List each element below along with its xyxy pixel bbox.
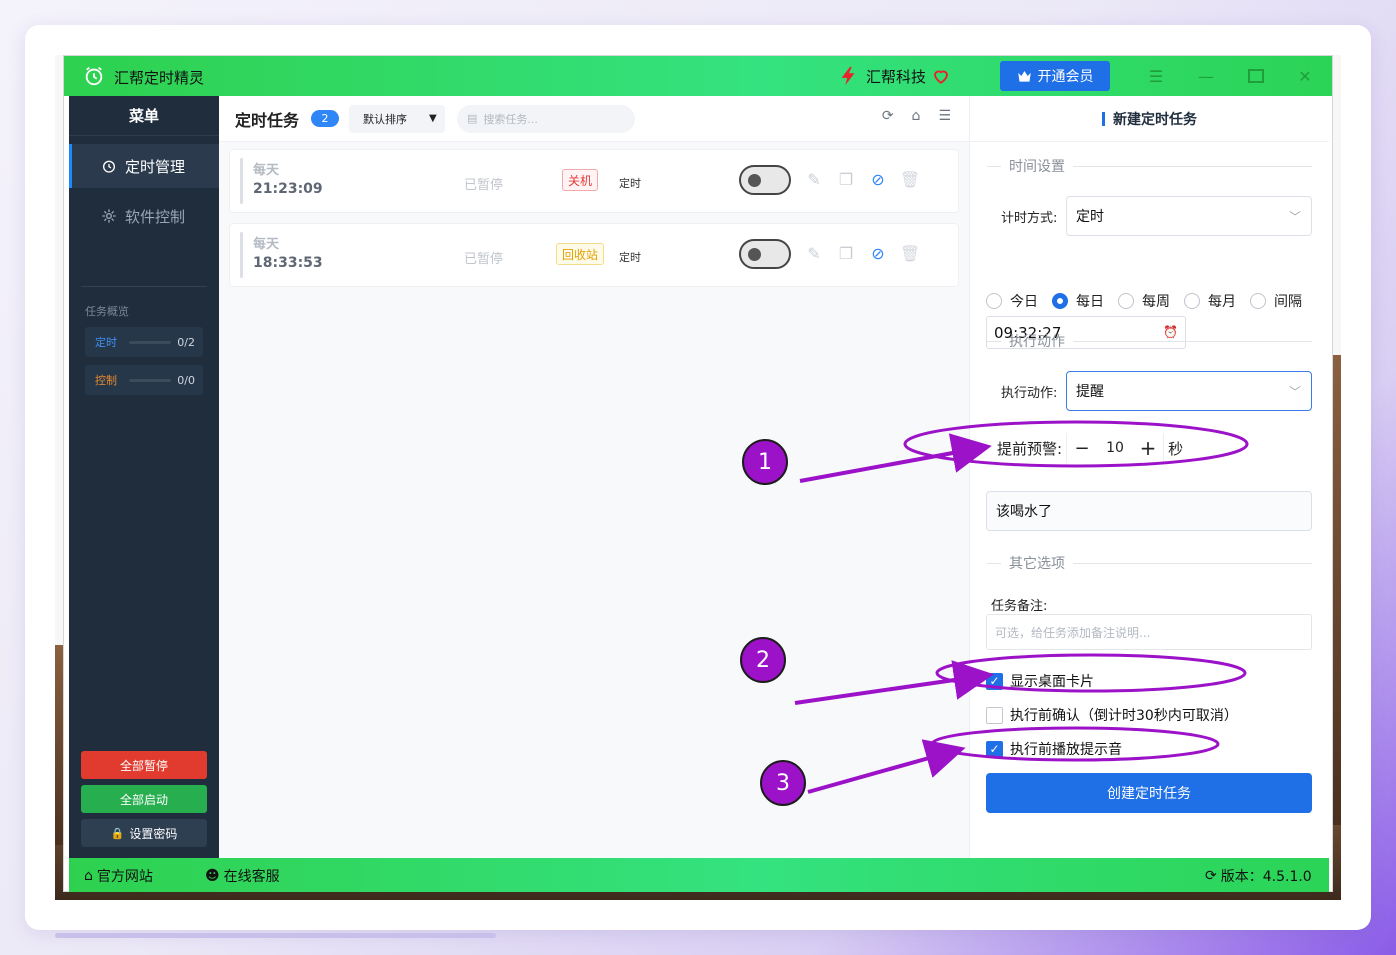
annotation-number-1: 1 (742, 439, 788, 485)
annotation-ellipse-3 (930, 726, 1220, 762)
annotation-ellipse-1 (903, 420, 1249, 468)
annotation-number-2: 2 (740, 637, 786, 683)
annotation-number-3: 3 (760, 760, 806, 806)
annotation-arrow-1 (799, 433, 992, 483)
annotation-arrow-3 (807, 739, 966, 794)
annotation-arrow-2 (794, 660, 994, 705)
annotation-overlay (794, 420, 1249, 794)
annotation-ellipse-2 (935, 653, 1247, 693)
